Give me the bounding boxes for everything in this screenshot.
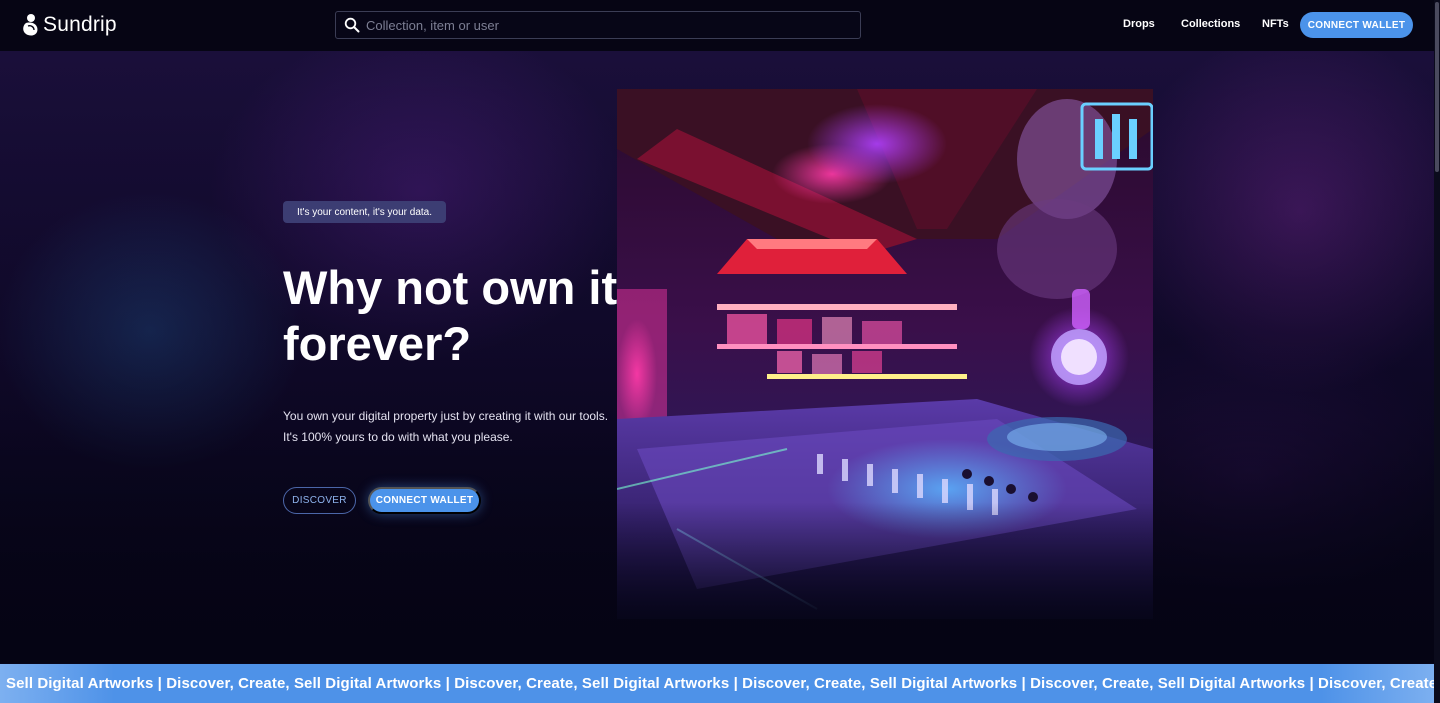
page-scrollbar[interactable] — [1434, 0, 1440, 703]
neon-studio-illustration — [617, 89, 1153, 619]
search-bar[interactable] — [335, 11, 861, 39]
logo-text: Sundrip — [43, 13, 117, 36]
sundrip-logo-icon — [23, 14, 38, 36]
marquee-text: Sell Digital Artworks | Discover, Create… — [6, 675, 1436, 692]
nav-link-nfts[interactable]: NFTs — [1262, 18, 1289, 30]
logo[interactable]: Sundrip — [22, 12, 117, 38]
search-icon — [344, 17, 360, 33]
scrollbar-thumb[interactable] — [1435, 2, 1439, 172]
hero-connect-wallet-button[interactable]: CONNECT WALLET — [368, 487, 481, 514]
hero-description-line-1: You own your digital property just by cr… — [283, 409, 609, 423]
header-connect-wallet-button[interactable]: CONNECT WALLET — [1300, 12, 1413, 38]
search-input[interactable] — [366, 17, 860, 33]
nav-link-collections[interactable]: Collections — [1181, 18, 1240, 30]
top-navigation-bar: Sundrip Drops Collections NFTs CONNECT W… — [0, 0, 1440, 51]
marquee-banner: Sell Digital Artworks | Discover, Create… — [0, 664, 1436, 703]
hero-badge: It's your content, it's your data. — [283, 201, 446, 223]
hero-description-line-2: It's 100% yours to do with what you plea… — [283, 430, 513, 444]
discover-button[interactable]: DISCOVER — [283, 487, 356, 514]
hero-artwork-image — [617, 89, 1153, 619]
hero-description: You own your digital property just by cr… — [283, 406, 623, 448]
hero-headline: Why not own it forever? — [283, 261, 618, 370]
nav-link-drops[interactable]: Drops — [1123, 18, 1155, 30]
